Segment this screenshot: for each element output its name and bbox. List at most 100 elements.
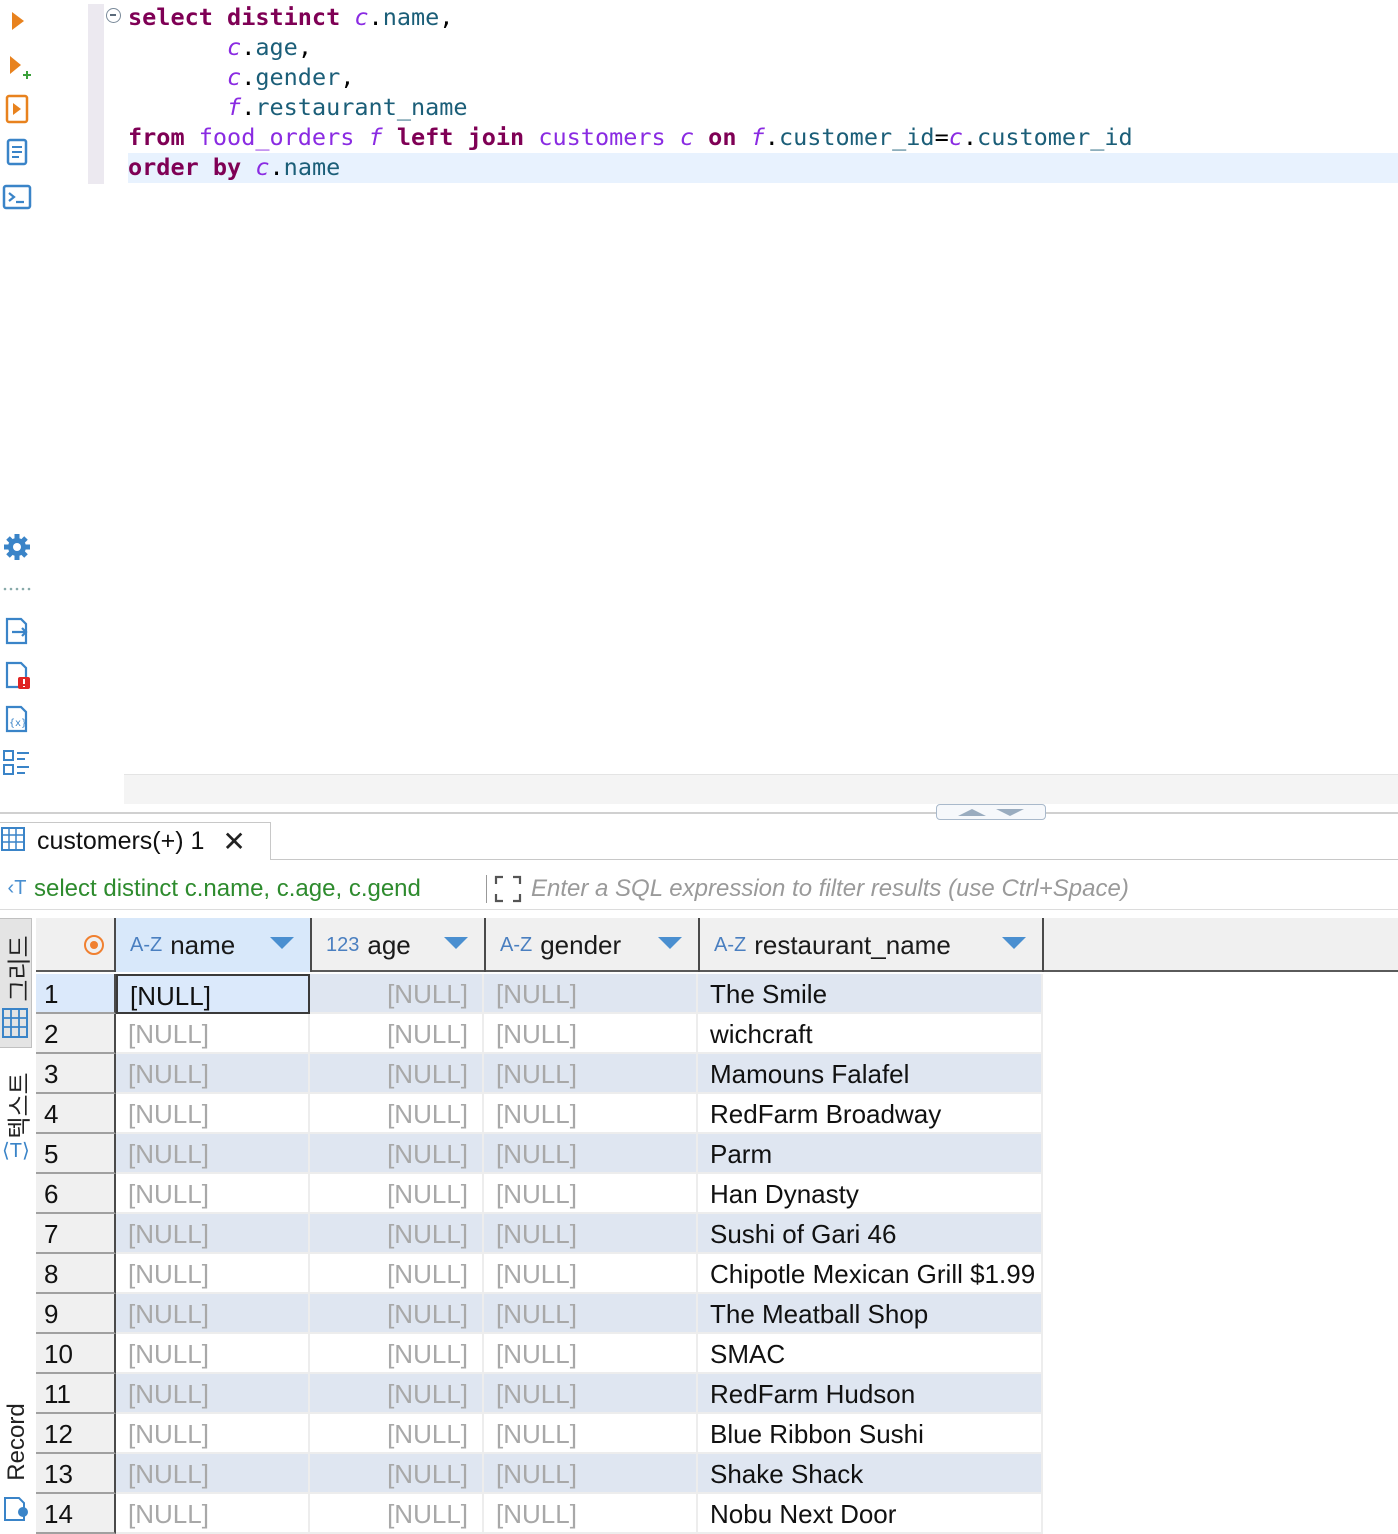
cell-restaurant-name[interactable]: RedFarm Hudson	[698, 1374, 1043, 1414]
cell-gender[interactable]: [NULL]	[484, 1334, 698, 1374]
row-number[interactable]: 12	[36, 1414, 116, 1454]
sql-code-editor[interactable]: select distinct c.name, c.age, c.gender,…	[128, 2, 1133, 182]
row-number[interactable]: 13	[36, 1454, 116, 1494]
cell-restaurant-name[interactable]: Sushi of Gari 46	[698, 1214, 1043, 1254]
row-number[interactable]: 14	[36, 1494, 116, 1534]
table-row[interactable]: 6 [NULL] [NULL] [NULL] Han Dynasty	[36, 1174, 1398, 1214]
cell-restaurant-name[interactable]: RedFarm Broadway	[698, 1094, 1043, 1134]
execute-new-tab-icon[interactable]	[0, 50, 34, 84]
table-row[interactable]: 13 [NULL] [NULL] [NULL] Shake Shack	[36, 1454, 1398, 1494]
cell-gender[interactable]: [NULL]	[484, 1134, 698, 1174]
cell-name[interactable]: [NULL]	[116, 974, 310, 1014]
cell-name[interactable]: [NULL]	[116, 1494, 310, 1534]
tab-result-customers[interactable]: customers(+) 1 ✕	[0, 822, 271, 860]
cell-name[interactable]: [NULL]	[116, 1134, 310, 1174]
cell-gender[interactable]: [NULL]	[484, 1254, 698, 1294]
cell-gender[interactable]: [NULL]	[484, 974, 698, 1014]
cell-age[interactable]: [NULL]	[310, 1094, 484, 1134]
table-row[interactable]: 2 [NULL] [NULL] [NULL] wichcraft	[36, 1014, 1398, 1054]
row-number[interactable]: 2	[36, 1014, 116, 1054]
cell-gender[interactable]: [NULL]	[484, 1494, 698, 1534]
code-line[interactable]: select distinct c.name,	[128, 2, 1133, 32]
row-number[interactable]: 1	[36, 974, 116, 1014]
code-line[interactable]: order by c.name	[128, 152, 1133, 182]
cell-restaurant-name[interactable]: Chipotle Mexican Grill $1.99	[698, 1254, 1043, 1294]
row-number[interactable]: 3	[36, 1054, 116, 1094]
column-header-name[interactable]: A-Z name	[116, 918, 312, 972]
table-row[interactable]: 9 [NULL] [NULL] [NULL] The Meatball Shop	[36, 1294, 1398, 1334]
maximize-up-icon[interactable]	[958, 808, 986, 816]
tab-record-view[interactable]: Record	[0, 1388, 32, 1534]
cell-age[interactable]: [NULL]	[310, 1334, 484, 1374]
cell-name[interactable]: [NULL]	[116, 1054, 310, 1094]
sort-dropdown-icon[interactable]	[444, 937, 468, 949]
sort-dropdown-icon[interactable]	[270, 937, 294, 949]
cell-gender[interactable]: [NULL]	[484, 1294, 698, 1334]
table-row[interactable]: 10 [NULL] [NULL] [NULL] SMAC	[36, 1334, 1398, 1374]
explain-plan-icon[interactable]	[0, 136, 34, 170]
cell-age[interactable]: [NULL]	[310, 1494, 484, 1534]
table-row[interactable]: 4 [NULL] [NULL] [NULL] RedFarm Broadway	[36, 1094, 1398, 1134]
cell-age[interactable]: [NULL]	[310, 1014, 484, 1054]
cell-restaurant-name[interactable]: SMAC	[698, 1334, 1043, 1374]
column-header-restaurant-name[interactable]: A-Z restaurant_name	[700, 918, 1044, 972]
cell-age[interactable]: [NULL]	[310, 1134, 484, 1174]
sort-dropdown-icon[interactable]	[1002, 937, 1026, 949]
row-number[interactable]: 6	[36, 1174, 116, 1214]
column-header-gender[interactable]: A-Z gender	[486, 918, 700, 972]
row-number[interactable]: 8	[36, 1254, 116, 1294]
cell-age[interactable]: [NULL]	[310, 974, 484, 1014]
table-row[interactable]: 12 [NULL] [NULL] [NULL] Blue Ribbon Sushi	[36, 1414, 1398, 1454]
table-row[interactable]: 5 [NULL] [NULL] [NULL] Parm	[36, 1134, 1398, 1174]
cell-age[interactable]: [NULL]	[310, 1254, 484, 1294]
cell-name[interactable]: [NULL]	[116, 1174, 310, 1214]
code-line[interactable]: c.age,	[128, 32, 1133, 62]
cell-age[interactable]: [NULL]	[310, 1294, 484, 1334]
cell-name[interactable]: [NULL]	[116, 1254, 310, 1294]
outline-panel-icon[interactable]	[0, 746, 34, 780]
expand-filter-icon[interactable]	[493, 874, 523, 904]
cell-restaurant-name[interactable]: The Meatball Shop	[698, 1294, 1043, 1334]
cell-name[interactable]: [NULL]	[116, 1214, 310, 1254]
cell-age[interactable]: [NULL]	[310, 1174, 484, 1214]
fold-collapse-icon[interactable]	[106, 8, 121, 23]
table-row[interactable]: 11 [NULL] [NULL] [NULL] RedFarm Hudson	[36, 1374, 1398, 1414]
row-number[interactable]: 9	[36, 1294, 116, 1334]
error-log-icon[interactable]	[0, 658, 34, 692]
editor-horizontal-scrollbar[interactable]	[124, 774, 1398, 804]
cell-gender[interactable]: [NULL]	[484, 1214, 698, 1254]
table-row[interactable]: 1 [NULL] [NULL] [NULL] The Smile	[36, 974, 1398, 1014]
table-row[interactable]: 3 [NULL] [NULL] [NULL] Mamouns Falafel	[36, 1054, 1398, 1094]
execute-script-icon[interactable]	[0, 92, 34, 126]
cell-restaurant-name[interactable]: Han Dynasty	[698, 1174, 1043, 1214]
row-number[interactable]: 4	[36, 1094, 116, 1134]
cell-restaurant-name[interactable]: Blue Ribbon Sushi	[698, 1414, 1043, 1454]
close-tab-icon[interactable]: ✕	[222, 827, 245, 856]
cell-restaurant-name[interactable]: wichcraft	[698, 1014, 1043, 1054]
filter-expression-input[interactable]	[531, 874, 1351, 903]
console-icon[interactable]	[0, 180, 34, 214]
restore-down-icon[interactable]	[996, 808, 1024, 816]
cell-age[interactable]: [NULL]	[310, 1214, 484, 1254]
cell-gender[interactable]: [NULL]	[484, 1014, 698, 1054]
grid-corner[interactable]	[36, 918, 116, 972]
cell-gender[interactable]: [NULL]	[484, 1174, 698, 1214]
export-output-icon[interactable]	[0, 614, 34, 648]
cell-age[interactable]: [NULL]	[310, 1414, 484, 1454]
cell-name[interactable]: [NULL]	[116, 1414, 310, 1454]
execute-statement-icon[interactable]	[0, 6, 34, 36]
code-line[interactable]: from food_orders f left join customers c…	[128, 122, 1133, 152]
cell-name[interactable]: [NULL]	[116, 1454, 310, 1494]
cell-restaurant-name[interactable]: The Smile	[698, 974, 1043, 1014]
cell-gender[interactable]: [NULL]	[484, 1094, 698, 1134]
table-row[interactable]: 7 [NULL] [NULL] [NULL] Sushi of Gari 46	[36, 1214, 1398, 1254]
cell-name[interactable]: [NULL]	[116, 1014, 310, 1054]
cell-gender[interactable]: [NULL]	[484, 1414, 698, 1454]
settings-gear-icon[interactable]	[0, 530, 34, 564]
cell-name[interactable]: [NULL]	[116, 1374, 310, 1414]
cell-name[interactable]: [NULL]	[116, 1094, 310, 1134]
cell-restaurant-name[interactable]: Nobu Next Door	[698, 1494, 1043, 1534]
row-number[interactable]: 5	[36, 1134, 116, 1174]
code-line[interactable]: c.gender,	[128, 62, 1133, 92]
row-number[interactable]: 10	[36, 1334, 116, 1374]
